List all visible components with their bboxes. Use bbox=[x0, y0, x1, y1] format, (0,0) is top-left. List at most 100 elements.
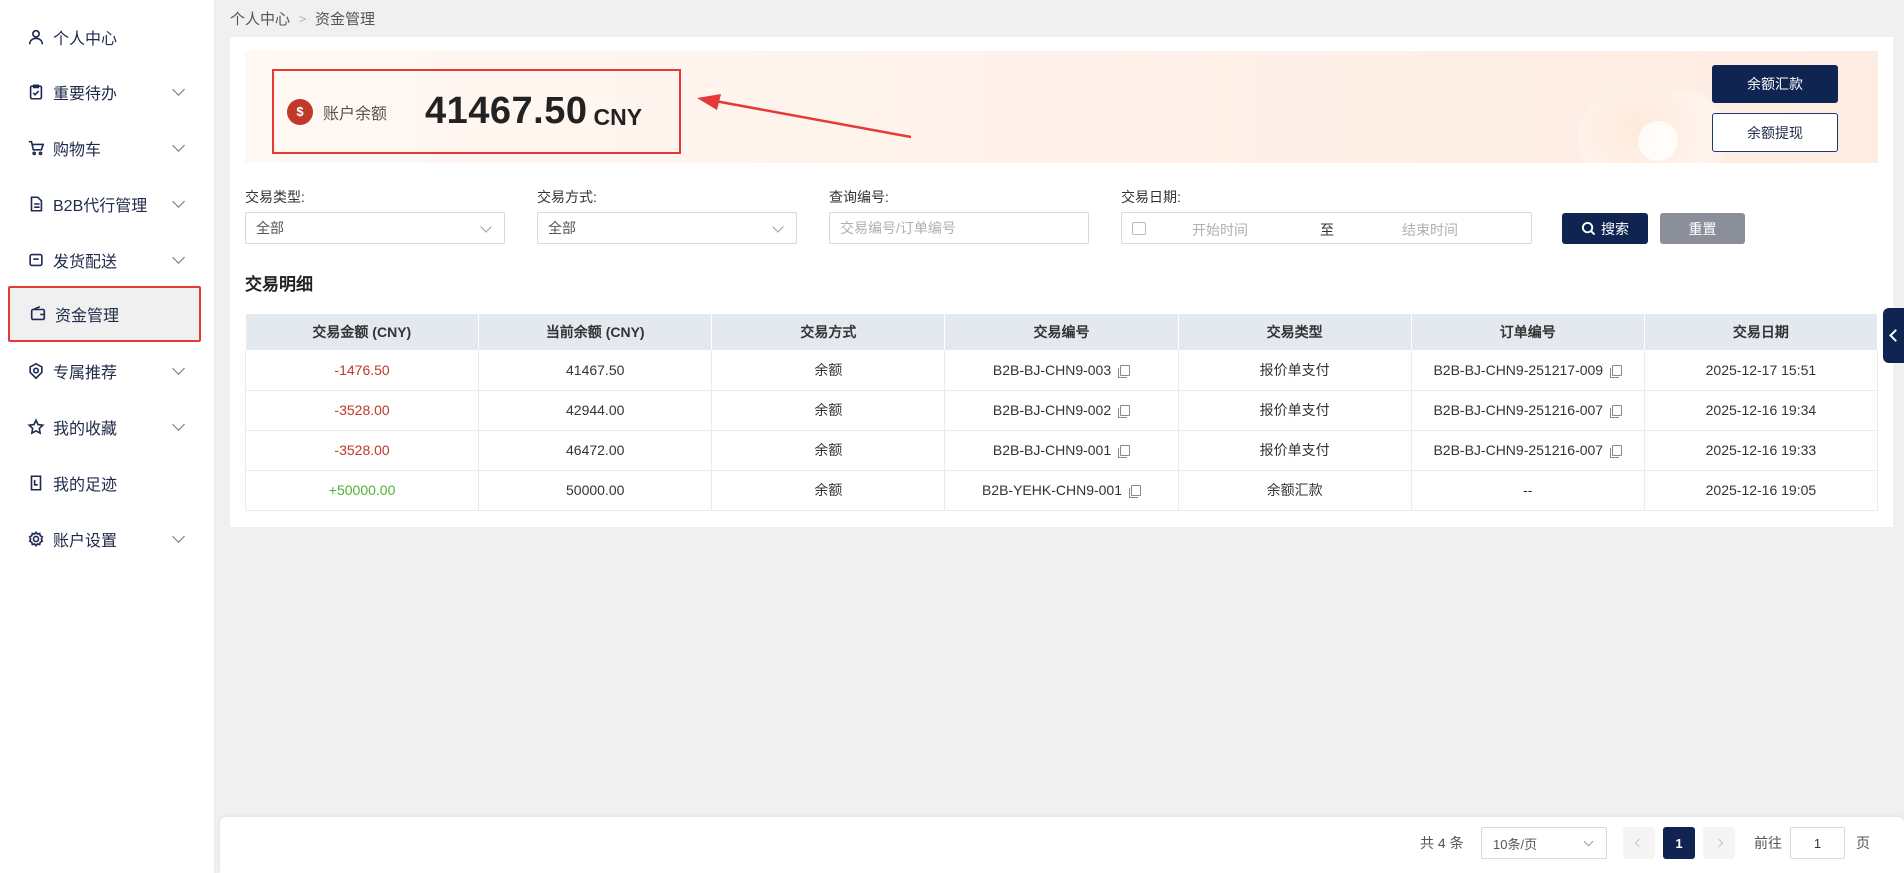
reset-button[interactable]: 重置 bbox=[1660, 213, 1745, 244]
page-number-current[interactable]: 1 bbox=[1663, 827, 1695, 859]
balance-value: 41467.50 bbox=[425, 90, 588, 132]
date-cell: 2025-12-16 19:05 bbox=[1644, 470, 1879, 511]
transaction-number-cell: B2B-BJ-CHN9-003 bbox=[944, 350, 1179, 391]
next-page-button[interactable] bbox=[1703, 827, 1735, 859]
method-cell: 余额 bbox=[711, 350, 946, 391]
prev-page-button[interactable] bbox=[1623, 827, 1655, 859]
chevron-down-icon bbox=[172, 139, 185, 152]
balance-remit-button[interactable]: 余额汇款 bbox=[1712, 65, 1838, 103]
gear-icon bbox=[26, 529, 46, 549]
query-filter-label: 查询编号: bbox=[829, 189, 889, 205]
order-number-cell-text: -- bbox=[1523, 482, 1533, 498]
money-bag-icon: $ bbox=[287, 98, 313, 125]
sidebar-item[interactable]: 我的足迹 bbox=[8, 455, 201, 511]
search-icon bbox=[1581, 221, 1596, 236]
transaction-number-cell-text: B2B-BJ-CHN9-002 bbox=[992, 402, 1112, 418]
copy-icon[interactable] bbox=[1610, 364, 1623, 378]
sidebar-item-label: 个人中心 bbox=[53, 31, 118, 48]
copy-icon[interactable] bbox=[1118, 405, 1131, 418]
amount-cell: -1476.50 bbox=[244, 350, 480, 391]
sidebar-item[interactable]: 资金管理 bbox=[8, 286, 201, 342]
goto-page-suffix: 页 bbox=[1856, 835, 1870, 851]
transaction-number-cell-text: B2B-BJ-CHN9-003 bbox=[992, 361, 1112, 378]
query-field[interactable] bbox=[829, 212, 1089, 244]
breadcrumb-current: 资金管理 bbox=[315, 11, 376, 28]
chevron-left-icon bbox=[1889, 329, 1902, 342]
page-size-select[interactable]: 10条/页 bbox=[1481, 827, 1607, 859]
banner-decoration-dot bbox=[1638, 121, 1678, 161]
balance-cell: 41467.50 bbox=[478, 350, 713, 391]
amount-cell-text: -1476.50 bbox=[334, 361, 390, 378]
goto-page-input[interactable]: 1 bbox=[1790, 827, 1845, 859]
sidebar-item-label: 专属推荐 bbox=[53, 365, 118, 382]
sidebar-item-label: B2B代行管理 bbox=[53, 198, 148, 215]
table-row: +50000.00 50000.00 余额 B2B-YEHK-CHN9-001 余额汇款… bbox=[244, 470, 1879, 511]
table-row: -3528.00 46472.00 余额 B2B-BJ-CHN9-001 报价单支付 B2… bbox=[244, 430, 1879, 471]
date-start-placeholder[interactable]: 开始时间 bbox=[1192, 220, 1248, 240]
sidebar-item-label: 重要待办 bbox=[53, 86, 118, 103]
column-header: 交易日期 bbox=[1644, 314, 1879, 350]
date-range-separator: 至 bbox=[1320, 222, 1334, 238]
query-input[interactable] bbox=[840, 220, 1088, 236]
amount-cell: -3528.00 bbox=[244, 430, 480, 471]
balance-cell-text: 41467.50 bbox=[566, 361, 625, 378]
chevron-down-icon bbox=[1583, 836, 1594, 847]
sidebar-item[interactable]: 专属推荐 bbox=[8, 343, 201, 399]
breadcrumb-separator: > bbox=[299, 11, 307, 26]
breadcrumb-root[interactable]: 个人中心 bbox=[230, 8, 290, 29]
chevron-down-icon bbox=[172, 418, 185, 431]
chevron-down-icon bbox=[172, 251, 185, 264]
balance-cell: 42944.00 bbox=[478, 390, 713, 431]
sidebar-item[interactable]: B2B代行管理 bbox=[8, 176, 201, 232]
transaction-number-cell: B2B-BJ-CHN9-001 bbox=[944, 430, 1179, 471]
copy-icon[interactable] bbox=[1129, 485, 1142, 498]
sidebar-item[interactable]: 我的收藏 bbox=[8, 399, 201, 455]
goto-label: 前往 bbox=[1754, 835, 1782, 851]
document-icon bbox=[26, 194, 46, 214]
balance-withdraw-button[interactable]: 余额提现 bbox=[1712, 113, 1838, 152]
footprint-icon bbox=[26, 473, 46, 493]
column-header: 交易编号 bbox=[944, 314, 1179, 350]
sidebar-item[interactable]: 购物车 bbox=[8, 120, 201, 176]
method-cell-text: 余额 bbox=[814, 402, 843, 418]
copy-icon[interactable] bbox=[1610, 445, 1623, 458]
table-body: -1476.50 41467.50 余额 B2B-BJ-CHN9-003 报价单支付 B2… bbox=[244, 350, 1879, 511]
type-select[interactable]: 全部 bbox=[245, 212, 505, 244]
chevron-down-icon bbox=[772, 221, 784, 233]
order-number-cell-text: B2B-BJ-CHN9-251216-007 bbox=[1433, 402, 1604, 418]
sidebar-item-label: 购物车 bbox=[53, 142, 102, 159]
date-cell: 2025-12-16 19:33 bbox=[1644, 430, 1879, 471]
type-cell: 余额汇款 bbox=[1178, 470, 1412, 511]
amount-cell: -3528.00 bbox=[244, 390, 480, 431]
sidebar-item-label: 发货配送 bbox=[53, 254, 118, 271]
sidebar-item[interactable]: 重要待办 bbox=[8, 64, 201, 120]
search-button[interactable]: 搜索 bbox=[1562, 213, 1648, 244]
type-cell-text: 报价单支付 bbox=[1259, 442, 1330, 458]
type-filter-label: 交易类型: bbox=[245, 189, 305, 205]
balance-label: 账户余额 bbox=[323, 105, 388, 123]
copy-icon[interactable] bbox=[1118, 364, 1131, 378]
type-select-value: 全部 bbox=[256, 220, 284, 236]
balance-cell-text: 42944.00 bbox=[566, 402, 625, 418]
date-range-picker[interactable]: 开始时间 至 结束时间 bbox=[1121, 212, 1532, 244]
copy-icon[interactable] bbox=[1610, 405, 1623, 418]
sidebar-item[interactable]: 发货配送 bbox=[8, 232, 201, 288]
chevron-down-icon bbox=[480, 221, 492, 233]
date-cell: 2025-12-16 19:34 bbox=[1644, 390, 1879, 431]
sidebar: 个人中心重要待办购物车 B2B代行管理 发货配送资金管理专属推荐我的收藏 我的足迹 账户… bbox=[0, 0, 215, 873]
cart-icon bbox=[26, 138, 46, 158]
column-header: 交易类型 bbox=[1178, 314, 1412, 350]
collapse-panel-tab[interactable] bbox=[1883, 308, 1904, 363]
method-select[interactable]: 全部 bbox=[537, 212, 797, 244]
date-cell-text: 2025-12-17 15:51 bbox=[1705, 361, 1817, 378]
date-end-placeholder[interactable]: 结束时间 bbox=[1402, 220, 1458, 240]
copy-icon[interactable] bbox=[1118, 445, 1131, 458]
order-number-cell: B2B-BJ-CHN9-251216-007 bbox=[1411, 390, 1645, 431]
chevron-left-icon bbox=[1634, 838, 1644, 848]
annotation-arrow-icon bbox=[697, 94, 912, 139]
badge-icon bbox=[26, 361, 46, 381]
star-icon bbox=[26, 417, 46, 437]
sidebar-item[interactable]: 个人中心 bbox=[8, 9, 201, 65]
chevron-down-icon bbox=[172, 530, 185, 543]
sidebar-item[interactable]: 账户设置 bbox=[8, 511, 201, 567]
